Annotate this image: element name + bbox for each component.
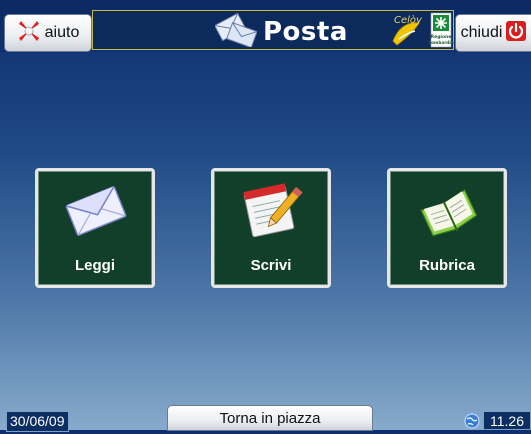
- svg-text:Lombardia: Lombardia: [428, 40, 453, 45]
- help-button[interactable]: aiuto: [4, 14, 92, 52]
- help-label: aiuto: [44, 24, 80, 41]
- power-icon: [505, 20, 527, 47]
- close-button[interactable]: chiudi: [455, 14, 531, 52]
- title-panel: Posta Celòy Regione Lombardia: [92, 10, 454, 50]
- tile-rubrica[interactable]: Rubrica: [387, 168, 507, 288]
- clock-display: 11.26: [483, 411, 531, 430]
- tile-scrivi-label: Scrivi: [250, 257, 292, 274]
- globe-icon: [464, 413, 480, 434]
- page-title: Posta: [263, 17, 348, 47]
- envelope-icon: [64, 181, 128, 239]
- address-book-icon: [416, 181, 480, 239]
- tile-rubrica-label: Rubrica: [419, 257, 475, 274]
- lifebuoy-icon: [17, 20, 41, 47]
- write-pad-icon: [240, 181, 304, 239]
- date-display: 30/06/09: [6, 411, 69, 432]
- tile-leggi-label: Leggi: [75, 257, 115, 274]
- letters-icon: [213, 12, 258, 52]
- top-bar: aiuto Posta Celòy Regione Lombardia chiu…: [0, 0, 531, 52]
- back-to-square-button[interactable]: Torna in piazza: [167, 405, 373, 431]
- svg-text:Celòy: Celòy: [394, 14, 423, 26]
- close-label: chiudi: [460, 24, 503, 41]
- tile-scrivi[interactable]: Scrivi: [211, 168, 331, 288]
- tile-leggi[interactable]: Leggi: [35, 168, 155, 288]
- celoy-logo: Celòy Regione Lombardia: [389, 11, 455, 54]
